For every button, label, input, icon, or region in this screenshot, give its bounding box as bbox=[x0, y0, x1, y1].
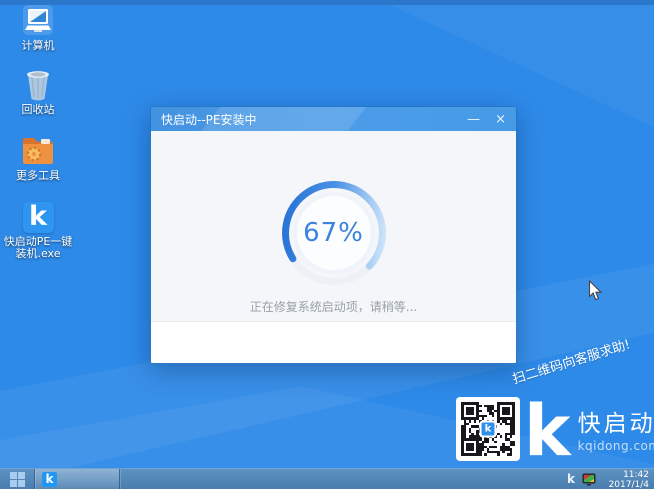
system-tray: k 11:42 2017/1/4 bbox=[567, 469, 654, 489]
clock-date: 2017/1/4 bbox=[603, 480, 649, 489]
pe-install-dialog: 快启动--PE安装中 — × bbox=[150, 106, 517, 364]
minimize-icon[interactable]: — bbox=[467, 113, 480, 126]
kqidong-logo: k 快启动 kqidong.com bbox=[524, 403, 654, 459]
brand-name: 快启动 bbox=[578, 412, 654, 436]
computer-icon bbox=[20, 4, 56, 38]
status-text: 正在修复系统启动项，请稍等... bbox=[151, 298, 516, 315]
kqidong-task-icon: k bbox=[42, 472, 57, 487]
taskbar: k k 11:42 2017/1/4 bbox=[0, 468, 654, 489]
taskbar-task-kqidong[interactable]: k bbox=[35, 469, 119, 489]
clock-time: 11:42 bbox=[603, 470, 649, 480]
desktop-icon-recycle-bin[interactable]: 回收站 bbox=[2, 68, 74, 116]
progress-percent: 67% bbox=[282, 181, 386, 285]
display-settings-icon[interactable] bbox=[582, 473, 596, 486]
desktop-icon-label: 快启动PE一键装机.exe bbox=[2, 236, 74, 260]
desktop-icon-label: 更多工具 bbox=[16, 170, 60, 182]
close-icon[interactable]: × bbox=[495, 113, 506, 126]
desktop-icon-label: 回收站 bbox=[22, 104, 55, 116]
qr-tagline: 扫二维码向客服求助! bbox=[500, 331, 641, 391]
brand-k-glyph: k bbox=[524, 403, 571, 459]
brand-domain: kqidong.com bbox=[578, 439, 654, 453]
dialog-footer bbox=[151, 321, 516, 364]
dialog-title: 快启动--PE安装中 bbox=[161, 111, 256, 128]
kqidong-app-icon: k bbox=[20, 200, 56, 234]
tools-folder-icon bbox=[20, 134, 56, 168]
desktop-icon-label: 计算机 bbox=[22, 40, 55, 52]
progress-ring: 67% bbox=[282, 181, 386, 285]
windows-logo-icon bbox=[10, 472, 25, 487]
screen-top-strip bbox=[0, 0, 654, 5]
desktop-icon-kqidong-installer[interactable]: k 快启动PE一键装机.exe bbox=[2, 200, 74, 260]
dialog-titlebar[interactable]: 快启动--PE安装中 — × bbox=[151, 107, 516, 131]
tray-kqidong-icon[interactable]: k bbox=[567, 472, 575, 486]
desktop-icon-computer[interactable]: 计算机 bbox=[2, 4, 74, 52]
qr-code: k bbox=[456, 397, 520, 461]
start-button[interactable] bbox=[0, 469, 34, 489]
qr-center-badge: k bbox=[480, 421, 497, 438]
desktop-icon-more-tools[interactable]: 更多工具 bbox=[2, 134, 74, 182]
taskbar-clock[interactable]: 11:42 2017/1/4 bbox=[603, 469, 649, 489]
dialog-body: 67% 正在修复系统启动项，请稍等... bbox=[151, 131, 516, 321]
mouse-cursor bbox=[588, 280, 603, 306]
desktop: 计算机 回收站 更多工具 bbox=[0, 0, 654, 489]
recycle-bin-icon bbox=[20, 68, 56, 102]
